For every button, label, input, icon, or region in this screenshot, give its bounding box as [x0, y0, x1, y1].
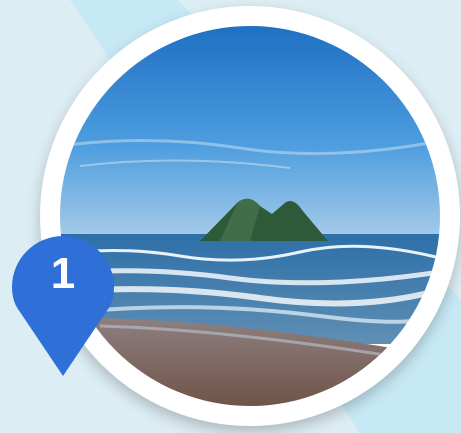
step-number: 1: [50, 249, 76, 298]
